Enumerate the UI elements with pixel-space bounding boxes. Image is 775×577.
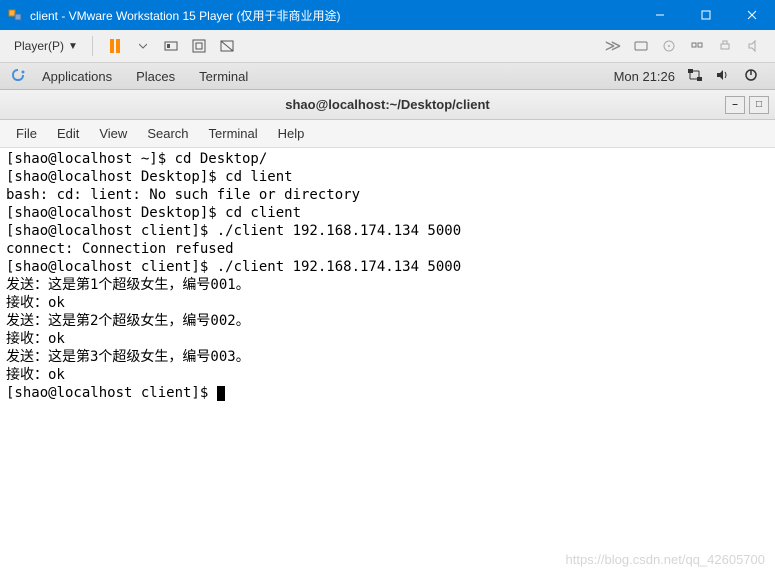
send-ctrl-alt-del-icon[interactable] bbox=[161, 36, 181, 56]
player-menu-label: Player(P) bbox=[14, 39, 64, 53]
menu-search[interactable]: Search bbox=[137, 122, 198, 145]
line-3: [shao@localhost Desktop]$ cd client bbox=[6, 205, 301, 221]
terminal-menubar: File Edit View Search Terminal Help bbox=[0, 120, 775, 148]
devices-icon[interactable]: ≫ bbox=[603, 36, 623, 56]
vmware-titlebar: client - VMware Workstation 15 Player (仅… bbox=[0, 0, 775, 30]
terminal-window-title: shao@localhost:~/Desktop/client bbox=[285, 97, 489, 112]
menu-help[interactable]: Help bbox=[268, 122, 315, 145]
terminal-output[interactable]: [shao@localhost ~]$ cd Desktop/ [shao@lo… bbox=[0, 148, 775, 577]
line-12: 接收：ok bbox=[6, 367, 65, 383]
terminal-titlebar: shao@localhost:~/Desktop/client – □ bbox=[0, 90, 775, 120]
watermark: https://blog.csdn.net/qq_42605700 bbox=[566, 552, 766, 567]
applications-menu[interactable]: Applications bbox=[30, 69, 124, 84]
network-status-icon[interactable] bbox=[681, 67, 709, 86]
chevron-down-icon: ▼ bbox=[68, 41, 78, 52]
vmware-toolbar: Player(P) ▼ ≫ bbox=[0, 30, 775, 63]
terminal-cursor bbox=[217, 386, 225, 401]
power-icon[interactable] bbox=[737, 67, 765, 86]
line-7: 发送：这是第1个超级女生，编号001。 bbox=[6, 277, 250, 293]
activities-icon[interactable] bbox=[10, 68, 26, 84]
menu-file[interactable]: File bbox=[6, 122, 47, 145]
line-1: [shao@localhost Desktop]$ cd lient bbox=[6, 169, 293, 185]
separator bbox=[92, 36, 93, 56]
harddisk-icon[interactable] bbox=[631, 36, 651, 56]
line-0: [shao@localhost ~]$ cd Desktop/ bbox=[6, 151, 267, 167]
vmware-logo-icon bbox=[8, 7, 24, 23]
maximize-button[interactable] bbox=[683, 0, 729, 30]
line-9: 发送：这是第2个超级女生，编号002。 bbox=[6, 313, 250, 329]
menu-view[interactable]: View bbox=[89, 122, 137, 145]
minimize-button[interactable] bbox=[637, 0, 683, 30]
clock[interactable]: Mon 21:26 bbox=[608, 69, 681, 84]
terminal-minimize-button[interactable]: – bbox=[725, 96, 745, 114]
line-2: bash: cd: lient: No such file or directo… bbox=[6, 187, 360, 203]
line-8: 接收：ok bbox=[6, 295, 65, 311]
menu-terminal[interactable]: Terminal bbox=[199, 122, 268, 145]
sound-icon[interactable] bbox=[743, 36, 763, 56]
gnome-topbar: Applications Places Terminal Mon 21:26 bbox=[0, 63, 775, 90]
fullscreen-icon[interactable] bbox=[189, 36, 209, 56]
line-13: [shao@localhost client]$ bbox=[6, 385, 217, 401]
dropdown-arrow-icon[interactable] bbox=[133, 36, 153, 56]
vmware-window-title: client - VMware Workstation 15 Player (仅… bbox=[30, 7, 637, 24]
network-adapter-icon[interactable] bbox=[687, 36, 707, 56]
volume-icon[interactable] bbox=[709, 67, 737, 86]
line-6: [shao@localhost client]$ ./client 192.16… bbox=[6, 259, 461, 275]
terminal-maximize-button[interactable]: □ bbox=[749, 96, 769, 114]
line-5: connect: Connection refused bbox=[6, 241, 234, 257]
close-button[interactable] bbox=[729, 0, 775, 30]
unity-icon[interactable] bbox=[217, 36, 237, 56]
line-4: [shao@localhost client]$ ./client 192.16… bbox=[6, 223, 461, 239]
printer-icon[interactable] bbox=[715, 36, 735, 56]
terminal-app-indicator[interactable]: Terminal bbox=[187, 69, 260, 84]
places-menu[interactable]: Places bbox=[124, 69, 187, 84]
line-11: 发送：这是第3个超级女生，编号003。 bbox=[6, 349, 250, 365]
cd-icon[interactable] bbox=[659, 36, 679, 56]
menu-edit[interactable]: Edit bbox=[47, 122, 89, 145]
line-10: 接收：ok bbox=[6, 331, 65, 347]
pause-button[interactable] bbox=[105, 36, 125, 56]
player-menu[interactable]: Player(P) ▼ bbox=[8, 35, 84, 57]
